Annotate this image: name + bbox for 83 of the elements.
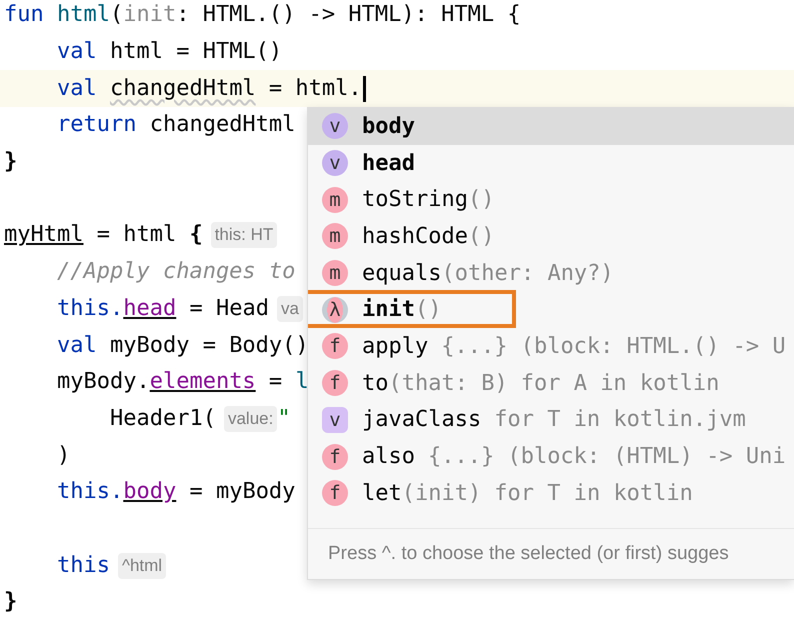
item-name: let — [362, 480, 402, 506]
code-text: myBody = Body() — [110, 332, 309, 360]
item-detail: for A in kotlin — [520, 370, 720, 396]
code-text: = html. — [268, 74, 362, 103]
item-params: (init) — [402, 480, 482, 506]
keyword: this. — [57, 478, 124, 506]
function-icon: f — [322, 444, 348, 470]
function-name: l — [295, 368, 309, 396]
item-detail: {...} (block: HTML.() -> U — [441, 334, 786, 359]
completion-item[interactable]: m equals(other: Any?) — [308, 254, 794, 292]
item-params: (other: Any?) — [441, 260, 614, 286]
code-text: = — [268, 368, 284, 396]
comment: //Apply changes to — [57, 258, 296, 286]
property-name: head — [123, 294, 176, 323]
variable-name: myHtml — [4, 221, 84, 250]
item-name: head — [362, 150, 415, 176]
property-icon: v — [322, 406, 348, 433]
function-icon: f — [322, 333, 348, 360]
code-text: : HTML.() -> HTML): HTML { — [176, 1, 521, 30]
method-icon: m — [322, 223, 348, 250]
keyword: return — [57, 111, 138, 140]
inline-hint: this: HT — [210, 222, 278, 248]
lambda-icon: λ — [322, 296, 348, 323]
item-params: () — [468, 187, 494, 212]
method-icon: m — [322, 260, 348, 286]
string-literal: " — [277, 404, 291, 433]
completion-item[interactable]: f apply {...} (block: HTML.() -> U — [308, 328, 794, 365]
function-name: html — [56, 1, 110, 30]
item-name: also — [362, 444, 415, 470]
brace: } — [4, 148, 18, 176]
completion-item[interactable]: λ init() — [308, 291, 794, 328]
completion-item[interactable]: v body — [308, 108, 794, 145]
completion-item[interactable]: v head — [308, 144, 794, 182]
item-name: equals — [362, 260, 442, 286]
keyword: val — [57, 332, 98, 360]
keyword: this — [57, 552, 110, 580]
item-name: toString — [362, 187, 468, 212]
item-detail: for T in kotlin — [494, 480, 693, 506]
item-name: hashCode — [362, 224, 468, 249]
code-text: changedHtml — [150, 111, 296, 140]
completion-item[interactable]: v javaClass for T in kotlin.jvm — [308, 402, 794, 438]
item-name: init — [362, 297, 415, 322]
item-params: () — [468, 224, 494, 249]
brace: { — [189, 221, 203, 250]
completion-item[interactable]: m toString() — [308, 181, 794, 218]
item-params: (that: B) — [388, 370, 508, 396]
item-name: apply — [362, 334, 428, 359]
property-icon: v — [322, 150, 348, 176]
inline-hint: ^html — [118, 552, 166, 579]
property-icon: v — [322, 113, 348, 140]
inline-hint: value: — [224, 406, 278, 432]
method-icon: m — [322, 186, 348, 213]
item-detail: for T in kotlin.jvm — [494, 407, 746, 432]
keyword: this. — [57, 294, 124, 323]
item-params: () — [414, 297, 442, 322]
variable-name: changedHtml — [110, 74, 256, 103]
keyword: val — [57, 74, 98, 103]
code-text: ( — [110, 1, 124, 30]
function-icon: f — [322, 480, 348, 506]
code-text: html = HTML() — [110, 38, 282, 66]
completion-item[interactable]: f also {...} (block: (HTML) -> Uni — [308, 438, 794, 475]
item-name: to — [362, 370, 388, 396]
property-name: body — [123, 478, 176, 506]
item-name: body — [362, 114, 415, 139]
property-name: elements — [150, 368, 256, 396]
code-text: myBody. — [57, 368, 150, 396]
brace: } — [4, 588, 18, 616]
code-text: = html — [96, 221, 178, 250]
completion-item[interactable]: f let(init) for T in kotlin — [308, 474, 794, 512]
function-icon: f — [322, 370, 348, 396]
footer-hint: Press ^. to choose the selected (or first) sugges — [328, 543, 729, 565]
completion-item[interactable]: f to(that: B) for A in kotlin — [308, 364, 794, 402]
code-text: = myBody — [188, 478, 296, 506]
item-name: javaClass — [362, 407, 482, 432]
code-text: = Head — [188, 294, 269, 323]
code-text: ) — [57, 442, 70, 470]
completion-item[interactable]: m hashCode() — [308, 218, 794, 255]
item-detail: {...} (block: (HTML) -> Uni — [428, 444, 786, 470]
parameter-name: init — [123, 1, 176, 30]
code-text: Header1( — [110, 404, 216, 433]
inline-hint: va — [276, 296, 303, 322]
keyword: fun — [4, 1, 45, 30]
keyword: val — [57, 38, 98, 66]
